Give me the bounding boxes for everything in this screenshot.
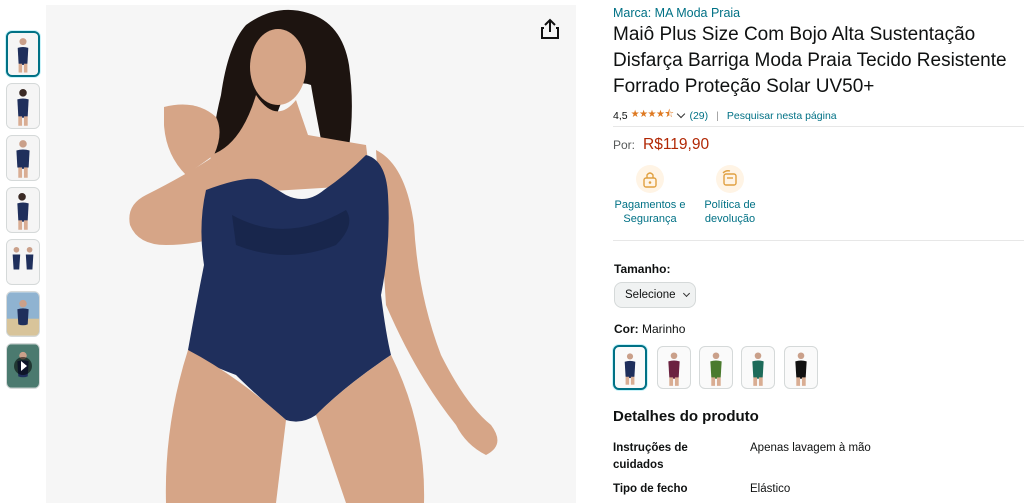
color-swatch-vinho[interactable] xyxy=(657,346,691,389)
color-swatch-verde[interactable] xyxy=(699,346,733,389)
main-product-image[interactable] xyxy=(46,5,576,503)
details-key: Tipo de fecho xyxy=(613,483,688,495)
product-title: Maiô Plus Size Com Bojo Alta Sustentação… xyxy=(613,24,1007,97)
thumbnail-6[interactable] xyxy=(6,291,40,337)
feature-payments[interactable]: Pagamentos e Segurança xyxy=(610,165,690,226)
thumbnail-video[interactable] xyxy=(6,343,40,389)
separator: | xyxy=(716,109,719,122)
size-dropdown[interactable]: Selecione xyxy=(614,282,696,308)
rating-row: 4,5 ★★★★⯪ (29) | Pesquisar nesta página xyxy=(613,107,837,124)
thumbnail-1[interactable] xyxy=(6,31,40,77)
share-icon[interactable] xyxy=(538,17,562,41)
chevron-down-icon xyxy=(682,289,690,298)
divider xyxy=(613,126,1024,127)
divider xyxy=(613,240,1024,241)
color-swatch-verde-escuro[interactable] xyxy=(741,346,775,389)
lock-icon xyxy=(636,165,664,193)
thumbnail-5[interactable] xyxy=(6,239,40,285)
feature-label: Pagamentos e Segurança xyxy=(614,199,686,225)
star-rating-icon[interactable]: ★★★★⯪ xyxy=(631,107,674,124)
color-swatch-preto[interactable] xyxy=(784,346,818,389)
return-icon xyxy=(716,165,744,193)
feature-returns[interactable]: Política de devolução xyxy=(690,165,770,226)
color-value: Marinho xyxy=(642,322,686,336)
price-label: Por: xyxy=(613,138,636,152)
chevron-down-icon[interactable] xyxy=(677,109,686,119)
details-heading: Detalhes do produto xyxy=(613,408,759,425)
feature-label: Política de devolução xyxy=(704,199,756,225)
color-swatch-marinho[interactable] xyxy=(613,345,647,390)
model-photo xyxy=(46,5,576,503)
thumbnail-4[interactable] xyxy=(6,187,40,233)
play-icon xyxy=(14,357,32,375)
thumbnail-2[interactable] xyxy=(6,83,40,129)
color-label-row: Cor: Marinho xyxy=(614,322,685,336)
size-label: Tamanho: xyxy=(614,262,671,276)
search-page-link[interactable]: Pesquisar nesta página xyxy=(727,110,837,122)
details-value: Apenas lavagem à mão xyxy=(750,442,871,454)
details-key: Instruções de cuidados xyxy=(613,442,688,471)
review-count-link[interactable]: (29) xyxy=(689,110,708,122)
size-select-value: Selecione xyxy=(625,289,676,301)
color-label: Cor: xyxy=(614,322,639,336)
price: R$119,90 xyxy=(643,136,710,153)
brand-link[interactable]: Marca: MA Moda Praia xyxy=(613,6,740,20)
rating-value: 4,5 xyxy=(613,109,628,122)
details-value: Elástico xyxy=(750,483,791,495)
thumbnail-3[interactable] xyxy=(6,135,40,181)
price-row: Por: R$119,90 xyxy=(613,136,709,154)
